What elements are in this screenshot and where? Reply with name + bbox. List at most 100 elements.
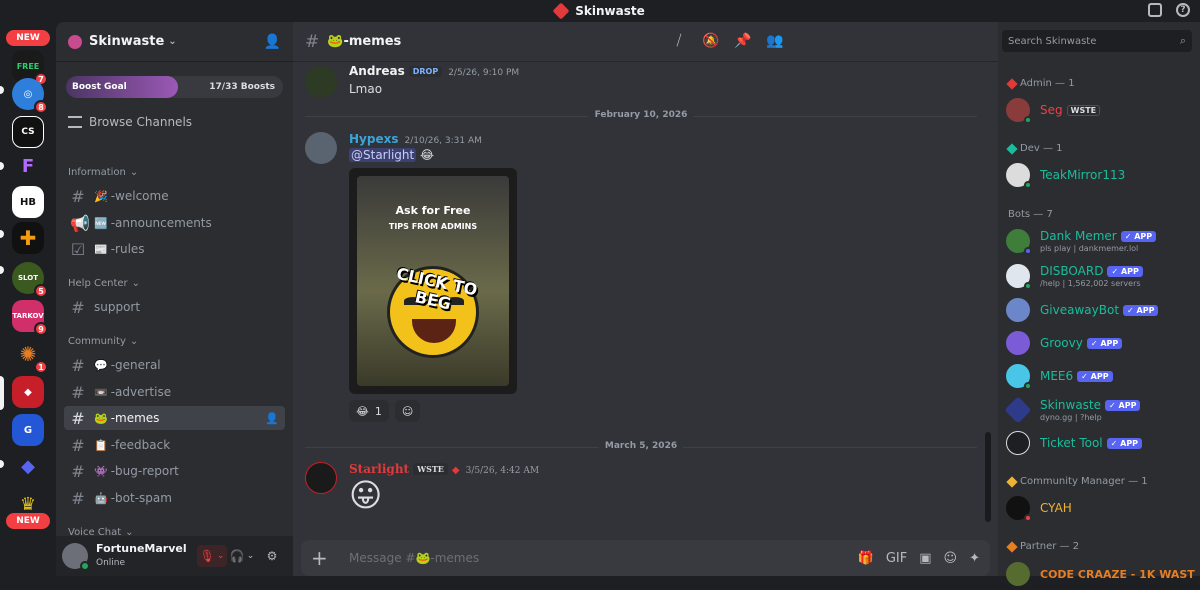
channel-bot-spam[interactable]: # 🤖 -bot-spam — [64, 486, 285, 510]
member-seg[interactable]: Seg WSTE — [1006, 94, 1194, 126]
active-server-pip — [0, 376, 4, 410]
server-logo-icon: G — [23, 424, 33, 436]
server-icon[interactable]: HB — [12, 186, 44, 218]
boost-goal-bar[interactable]: Boost Goal 17/33 Boosts — [66, 76, 283, 98]
channel-general[interactable]: # 💬 -general — [64, 353, 285, 377]
settings-button[interactable]: ⚙ — [257, 545, 287, 567]
role-label: Dev — 1 — [1020, 143, 1063, 154]
channel-feedback[interactable]: # 📋 -feedback — [64, 433, 285, 457]
reaction-bar: 😂 1 ☺ — [349, 400, 421, 422]
chat-scrollbar[interactable] — [985, 432, 991, 522]
browse-icon — [68, 116, 82, 128]
threads-icon[interactable]: ⧸ — [670, 32, 688, 50]
role-diamond-icon — [1006, 77, 1018, 90]
online-status-icon — [1024, 181, 1032, 189]
unread-pip — [0, 266, 4, 274]
gif-icon[interactable]: GIF — [886, 551, 907, 566]
new-badge-top[interactable]: NEW — [6, 30, 50, 46]
member-mee6[interactable]: MEE6 ✓ APP — [1006, 360, 1194, 392]
member-ticket-tool[interactable]: Ticket Tool ✓ APP — [1006, 427, 1194, 459]
server-icon[interactable]: SLOT 5 — [12, 262, 48, 298]
user-mention[interactable]: @Starlight — [349, 148, 417, 162]
server-logo-icon: FREE — [16, 61, 40, 71]
author-avatar[interactable] — [305, 462, 337, 494]
member-groovy[interactable]: Groovy ✓ APP — [1006, 327, 1194, 359]
chevron-down-icon: ⌄ — [168, 36, 177, 47]
author-name[interactable]: Andreas — [349, 64, 405, 78]
sticker-icon[interactable]: ▣ — [919, 551, 931, 566]
user-avatar[interactable] — [62, 543, 90, 571]
inbox-icon[interactable] — [1148, 3, 1162, 17]
message-emoji: 😂 — [420, 148, 435, 162]
member-list-icon[interactable]: 👥 — [766, 32, 784, 50]
message-composer[interactable]: + Message #🐸-memes 🎁 GIF ▣ ☺ ✦ — [301, 540, 990, 576]
channel-name: -memes — [110, 411, 160, 425]
channel-name: -bot-spam — [110, 491, 172, 505]
category-label: Help Center — [68, 278, 128, 289]
channel-support[interactable]: # support — [64, 295, 285, 319]
add-reaction-button[interactable]: ☺ — [394, 400, 421, 422]
notification-bell-off-icon[interactable]: 🔕 — [702, 32, 720, 50]
category-label: Community — [68, 336, 126, 347]
timestamp: 2/10/26, 3:31 AM — [404, 136, 482, 146]
meme-image[interactable]: Ask for Free TIPS FROM ADMINS CLICK TO B… — [349, 168, 517, 394]
role-diamond-icon: ◆ — [451, 465, 460, 476]
upload-plus-icon[interactable]: + — [311, 546, 335, 570]
server-logo-icon: TARKOV — [12, 312, 44, 320]
invite-people-icon[interactable]: 👤 — [264, 34, 281, 50]
username[interactable]: FortuneMarvel — [96, 542, 187, 555]
author-avatar[interactable] — [305, 132, 337, 164]
app-tag: ✓ APP — [1106, 438, 1143, 449]
add-reaction-icon: ☺ — [401, 404, 414, 418]
gift-icon[interactable]: 🎁 — [858, 551, 874, 566]
category-information[interactable]: Information ⌄ — [68, 167, 138, 178]
help-icon[interactable]: ? — [1176, 3, 1190, 17]
member-avatar — [1004, 396, 1032, 424]
channel-memes[interactable]: # 🐸 -memes 👤 — [64, 406, 285, 430]
author-name[interactable]: Starlight — [349, 462, 409, 476]
meme-artwork: Ask for Free TIPS FROM ADMINS CLICK TO B… — [357, 176, 509, 386]
category-community[interactable]: Community ⌄ — [68, 336, 138, 347]
browse-channels[interactable]: Browse Channels — [68, 112, 293, 132]
server-header[interactable]: Skinwaste ⌄ 👤 — [56, 22, 293, 62]
new-badge-bottom[interactable]: NEW — [6, 513, 50, 529]
server-icon[interactable]: ◎ 8 — [12, 78, 48, 114]
pin-icon[interactable]: 📌 — [734, 32, 752, 50]
server-icon[interactable]: G — [12, 414, 44, 446]
server-icon-skinwaste[interactable]: ◆ — [12, 376, 44, 408]
channel-advertise[interactable]: # 📼 -advertise — [64, 380, 285, 404]
member-line: GiveawayBot ✓ APP — [1040, 303, 1159, 317]
role-tag: DROP — [408, 66, 443, 77]
role-label: Community Manager — 1 — [1020, 476, 1148, 487]
message-input[interactable]: Message #🐸-memes — [349, 551, 479, 565]
channel-welcome[interactable]: # 🎉 -welcome — [64, 184, 285, 208]
mute-mic-button[interactable]: 🎙 ⌄ — [197, 545, 227, 567]
headphones-button[interactable]: 🎧 ⌄ — [227, 545, 257, 567]
server-icon[interactable]: TARKOV 9 — [12, 300, 48, 336]
role-tag: WSTE — [413, 463, 448, 475]
member-dank-memer[interactable]: Dank Memer ✓ APP pls play | dankmemer.lol — [1006, 225, 1194, 257]
author-name[interactable]: Hypexs — [349, 132, 398, 146]
channel-name: -feedback — [110, 438, 171, 452]
server-icon[interactable]: ✚ — [12, 222, 44, 254]
channel-announcements[interactable]: 📢 🆕 -announcements — [64, 211, 285, 235]
channel-rules[interactable]: ☑ 📰 -rules — [64, 237, 285, 261]
member-cyah[interactable]: CYAH — [1006, 492, 1194, 524]
channel-bug-report[interactable]: # 👾 -bug-report — [64, 459, 285, 483]
reaction-button[interactable]: 😂 1 — [349, 400, 389, 422]
server-icon[interactable]: F — [12, 150, 44, 182]
category-help-center[interactable]: Help Center ⌄ — [68, 278, 140, 289]
member-giveawaybot[interactable]: GiveawayBot ✓ APP — [1006, 294, 1194, 326]
member-skinwaste-bot[interactable]: Skinwaste ✓ APP dyno.gg | ?help — [1004, 394, 1194, 426]
author-avatar[interactable] — [305, 66, 337, 98]
member-code-craaze[interactable]: CODE CRAAZE - 1K WAST — [1006, 558, 1195, 590]
member-disboard[interactable]: DISBOARD ✓ APP/help | 1,562,002 servers — [1006, 260, 1194, 292]
create-invite-icon[interactable]: 👤 — [265, 412, 279, 425]
server-icon[interactable]: CS — [12, 116, 44, 148]
emoji-icon[interactable]: ☺ — [944, 551, 958, 566]
apps-icon[interactable]: ✦ — [969, 551, 980, 566]
member-teakmirror113[interactable]: TeakMirror113 — [1006, 159, 1194, 191]
server-icon[interactable]: ✺ 1 — [12, 338, 48, 374]
search-input[interactable]: Search Skinwaste ⌕ — [1002, 30, 1192, 52]
server-icon[interactable]: ◆ — [12, 450, 44, 482]
